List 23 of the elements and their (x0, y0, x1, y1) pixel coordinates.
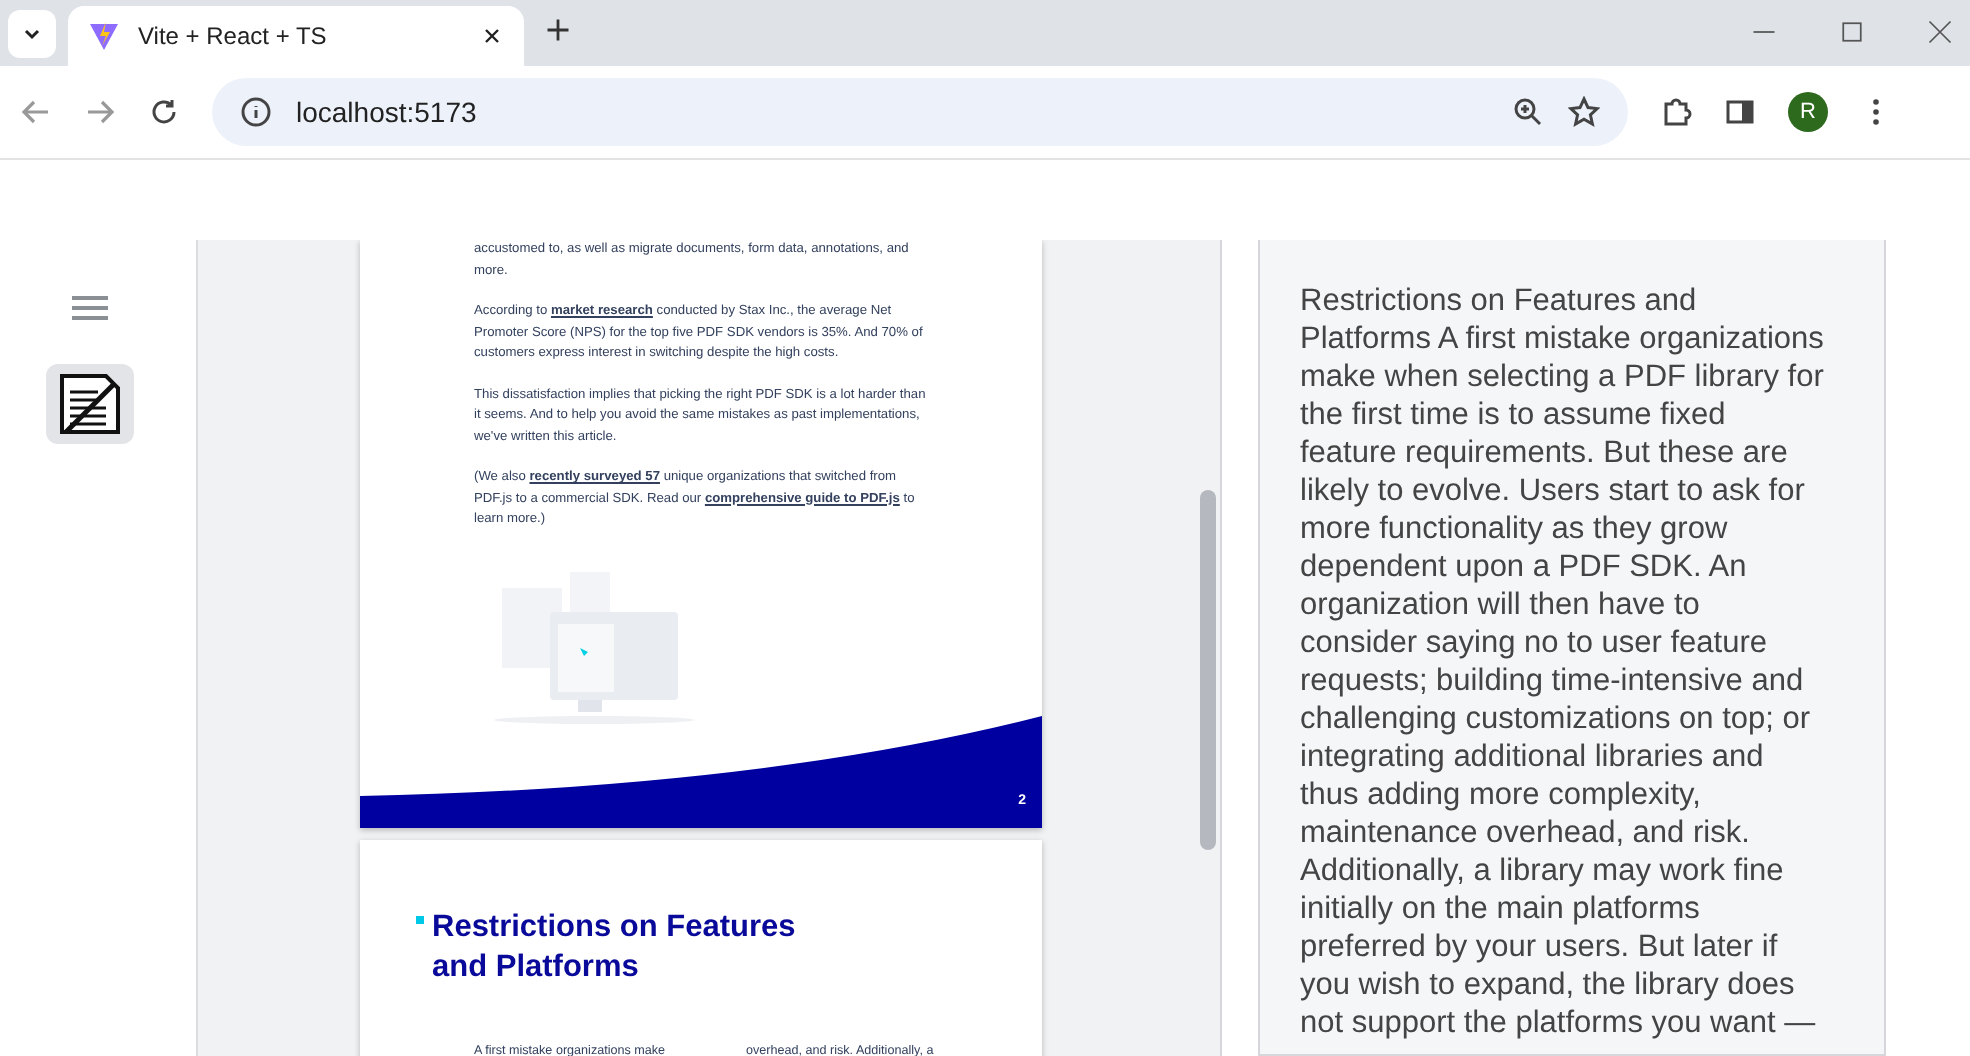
zoom-icon[interactable] (1512, 96, 1544, 128)
extracted-text: Restrictions on Features and Platforms A first mistake organizations make when selecting a PDF library for the first time is to assume fixed feature requirements. But these are likely to evolve. Users start to ask for more functionality as they grow dependent upon a PDF SDK. An organization will then have to consider saying no to user feature requests; building time-intensive and challenging customizations on top; or integrating additional libraries and thus adding more complexity, maintenance overhead, and risk. Additionally, a library may work fine initially on the main platforms preferred by your users. But later if you wish to expand, the library does not support the platforms you want — (1300, 282, 1824, 1042)
back-arrow-icon[interactable] (20, 96, 52, 128)
page-heading: Restrictions on Features and Platforms (432, 908, 798, 988)
maximize-icon[interactable] (1838, 18, 1866, 46)
tab-search-button[interactable] (8, 10, 56, 58)
address-bar[interactable]: localhost:5173 (212, 78, 1628, 146)
browser-tab[interactable]: Vite + React + TS (68, 6, 524, 66)
notes-button[interactable] (46, 364, 134, 444)
vite-logo-icon (88, 20, 120, 52)
bullet-icon (416, 916, 424, 924)
scrollbar-thumb[interactable] (1200, 490, 1216, 850)
info-icon (240, 96, 272, 128)
plus-icon[interactable] (544, 16, 572, 44)
profile-avatar[interactable]: R (1788, 92, 1828, 132)
reload-icon[interactable] (148, 96, 180, 128)
star-icon[interactable] (1568, 96, 1600, 128)
close-icon[interactable] (480, 24, 504, 48)
side-panel-icon[interactable] (1724, 96, 1756, 128)
document-edit-icon (58, 372, 122, 436)
menu-icon[interactable] (70, 292, 110, 324)
forward-arrow-icon[interactable] (84, 96, 116, 128)
puzzle-icon[interactable] (1660, 96, 1692, 128)
